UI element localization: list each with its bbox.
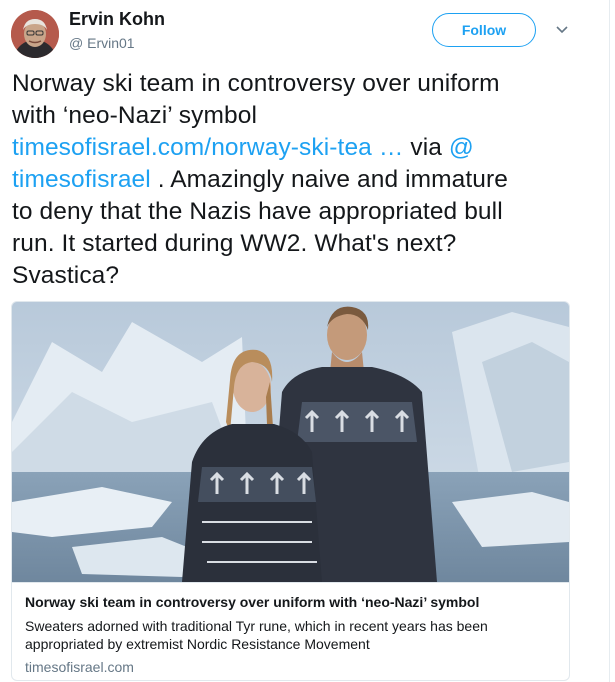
mention-at[interactable]: @: [449, 134, 474, 161]
user-name[interactable]: Ervin Kohn: [69, 9, 165, 30]
avatar[interactable]: [11, 10, 59, 58]
tweet-line: to deny that the Nazis have appropriated…: [12, 198, 503, 225]
card-title[interactable]: Norway ski team in controversy over unif…: [25, 594, 560, 610]
right-border: [609, 0, 610, 682]
tweet-header: Ervin Kohn @ Ervin01 Follow: [0, 0, 609, 62]
tweet-line: timesofisrael . Amazingly naive and imma…: [12, 164, 597, 196]
tweet-line: run. It started during WW2. What's next?: [12, 230, 457, 257]
card-body[interactable]: Norway ski team in controversy over unif…: [12, 582, 569, 680]
tweet-line: with ‘neo-Nazi’ symbol: [12, 102, 258, 129]
card-description: Sweaters adorned with traditional Tyr ru…: [25, 618, 488, 652]
tweet-text-segment: . Amazingly naive and immature: [150, 166, 508, 193]
tweet-line: Svastica?: [12, 262, 120, 289]
user-handle[interactable]: @ Ervin01: [69, 35, 135, 51]
card-domain: timesofisrael.com: [25, 659, 134, 675]
tweet-line: timesofisrael.com/norway-ski-tea … via @: [12, 132, 597, 164]
link-ellipsis[interactable]: …: [372, 134, 410, 161]
via-text: via: [410, 134, 449, 161]
chevron-down-icon[interactable]: [552, 20, 572, 40]
article-link[interactable]: timesofisrael.com/norway-ski-tea: [12, 134, 372, 161]
card-image[interactable]: [12, 302, 569, 582]
tweet-line: Norway ski team in controversy over unif…: [12, 70, 500, 97]
mention-link[interactable]: timesofisrael: [12, 166, 151, 193]
tweet-text: Norway ski team in controversy over unif…: [12, 68, 597, 292]
link-card[interactable]: Norway ski team in controversy over unif…: [11, 301, 570, 681]
follow-button[interactable]: Follow: [432, 13, 536, 47]
